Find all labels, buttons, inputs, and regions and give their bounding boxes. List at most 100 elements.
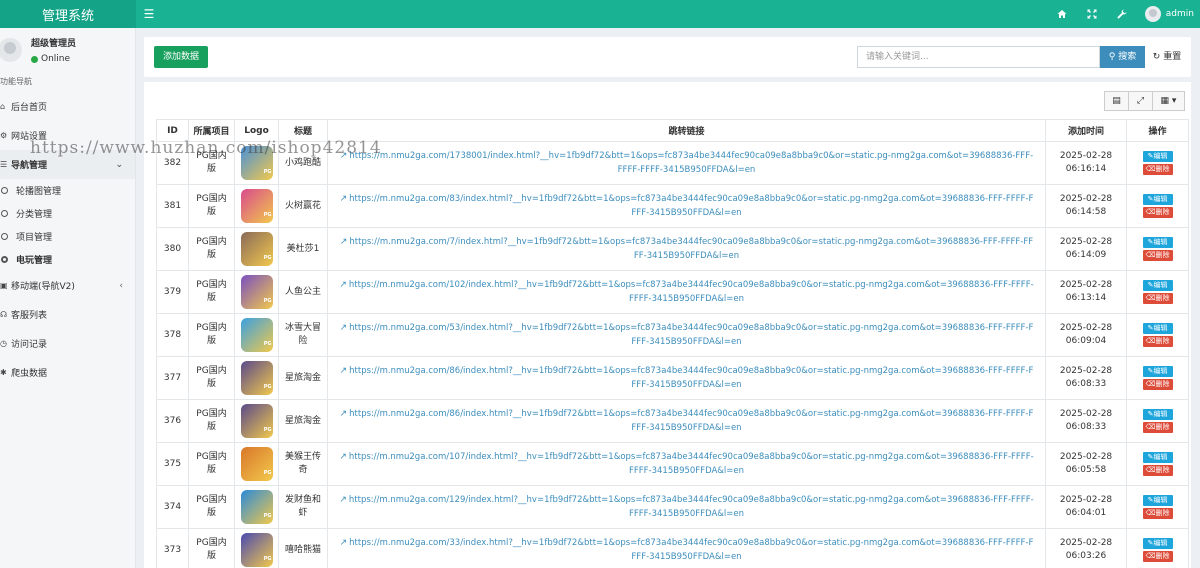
link-text[interactable]: https://m.nmu2ga.com/86/index.html?__hv=… [349,409,1033,433]
sidebar-subitem-category[interactable]: 分类管理 [0,202,135,225]
fullscreen-icon[interactable] [1077,0,1107,28]
mobile-icon: ▣ [0,281,8,290]
row-actions: ✎编辑 ⌫删除 [1126,442,1189,486]
row-link[interactable]: ↗ https://m.nmu2ga.com/102/index.html?__h… [327,270,1046,314]
row-id: 374 [156,485,189,529]
reset-button[interactable]: ↻ 重置 [1147,46,1187,68]
sidebar-item-support[interactable]: ☊ 客服列表 [0,300,135,329]
card-view-icon[interactable]: ▤ [1104,91,1129,111]
edit-button[interactable]: ✎编辑 [1142,280,1173,291]
table-row: 380 PG国内版 PG 美杜莎1 ↗ https://m.nmu2ga.com/7/in… [156,227,1189,271]
row-link[interactable]: ↗ https://m.nmu2ga.com/83/index.html?__hv… [327,184,1046,228]
link-text[interactable]: https://m.nmu2ga.com/107/index.html?__hv… [349,452,1034,476]
fullscreen-icon[interactable]: ⤢ [1128,91,1153,111]
delete-button[interactable]: ⌫删除 [1142,508,1173,519]
edit-button[interactable]: ✎编辑 [1142,495,1173,506]
search-button[interactable]: ⚲ 搜索 [1100,46,1145,68]
edit-button[interactable]: ✎编辑 [1142,452,1173,463]
sidebar-item-mobile[interactable]: ▣ 移动端(导航V2) ‹ [0,271,135,300]
home-icon[interactable] [1047,0,1077,28]
sidebar-item-home[interactable]: ⌂ 后台首页 [0,92,135,121]
edit-button[interactable]: ✎编辑 [1142,366,1173,377]
trash-icon: ⌫ [1145,208,1156,216]
row-project: PG国内版 [188,184,235,228]
row-datetime: 2025-02-28 06:14:58 [1045,184,1127,228]
row-link[interactable]: ↗ https://m.nmu2ga.com/7/index.html?__hv=… [327,227,1046,271]
brand-logo[interactable]: 管理系统 [0,0,136,28]
wrench-icon[interactable] [1107,0,1137,28]
sidebar-item-spider[interactable]: ✱ 爬虫数据 [0,358,135,387]
pg-badge: PG [263,470,272,476]
row-logo: PG [234,356,279,400]
support-icon: ☊ [0,310,8,319]
column-header-id[interactable]: ID [156,119,189,142]
delete-button[interactable]: ⌫删除 [1142,164,1173,175]
delete-button[interactable]: ⌫删除 [1142,250,1173,261]
chevron-down-icon: ⌄ [115,159,123,170]
user-menu[interactable]: admin [1137,0,1200,28]
row-actions: ✎编辑 ⌫删除 [1126,313,1189,357]
game-logo-image: PG [240,146,273,180]
delete-button[interactable]: ⌫删除 [1142,465,1173,476]
row-link[interactable]: ↗ https://m.nmu2ga.com/129/index.html?__h… [327,485,1046,529]
column-header-title[interactable]: 标题 [278,119,328,142]
search-input[interactable] [857,46,1100,68]
delete-button[interactable]: ⌫删除 [1142,207,1173,218]
edit-button[interactable]: ✎编辑 [1142,538,1173,549]
column-header-logo[interactable]: Logo [234,119,279,142]
sidebar-user-name: 超级管理员 [31,39,77,49]
link-text[interactable]: https://m.nmu2ga.com/7/index.html?__hv=1… [349,237,1033,261]
game-logo-image: PG [240,404,273,438]
link-text[interactable]: https://m.nmu2ga.com/86/index.html?__hv=… [349,366,1033,390]
row-title: 火树赢花 [278,184,328,228]
link-text[interactable]: https://m.nmu2ga.com/102/index.html?__hv… [349,280,1034,304]
edit-button[interactable]: ✎编辑 [1142,194,1173,205]
row-link[interactable]: ↗ https://m.nmu2ga.com/1738001/index.html… [327,141,1046,185]
row-project: PG国内版 [188,141,235,185]
table-row: 377 PG国内版 PG 星旅淘金 ↗ https://m.nmu2ga.com/86/i… [156,356,1189,400]
add-data-button[interactable]: 添加数据 [154,46,209,68]
link-text[interactable]: https://m.nmu2ga.com/129/index.html?__hv… [349,495,1034,519]
delete-button[interactable]: ⌫删除 [1142,293,1173,304]
column-header-date[interactable]: 添加时间 [1045,119,1127,142]
edit-button[interactable]: ✎编辑 [1142,237,1173,248]
game-logo-image: PG [240,533,273,567]
link-text[interactable]: https://m.nmu2ga.com/1738001/index.html?… [349,151,1033,175]
sidebar-item-settings[interactable]: ⚙ 网站设置 [0,121,135,150]
delete-button[interactable]: ⌫删除 [1142,551,1173,562]
edit-button[interactable]: ✎编辑 [1142,409,1173,420]
sidebar-subitem-carousel[interactable]: 轮播图管理 [0,179,135,202]
row-datetime: 2025-02-28 06:05:58 [1045,442,1127,486]
edit-button[interactable]: ✎编辑 [1142,323,1173,334]
external-link-icon: ↗ [339,237,348,247]
sidebar-item-nav-manage[interactable]: ☰ 导航管理 ⌄ [0,150,135,179]
row-link[interactable]: ↗ https://m.nmu2ga.com/33/index.html?__hv… [327,528,1046,568]
sidebar-subitem-game[interactable]: 电玩管理 [0,248,135,271]
row-id: 381 [156,184,189,228]
sidebar-subitem-project[interactable]: 项目管理 [0,225,135,248]
row-actions: ✎编辑 ⌫删除 [1126,141,1189,185]
delete-button[interactable]: ⌫删除 [1142,379,1173,390]
delete-button[interactable]: ⌫删除 [1142,422,1173,433]
column-header-link[interactable]: 跳转链接 [327,119,1046,142]
delete-button[interactable]: ⌫删除 [1142,336,1173,347]
link-text[interactable]: https://m.nmu2ga.com/83/index.html?__hv=… [349,194,1033,218]
link-text[interactable]: https://m.nmu2ga.com/53/index.html?__hv=… [349,323,1033,347]
column-header-project[interactable]: 所属项目 [188,119,235,142]
row-link[interactable]: ↗ https://m.nmu2ga.com/86/index.html?__hv… [327,356,1046,400]
row-datetime: 2025-02-28 06:13:14 [1045,270,1127,314]
row-datetime: 2025-02-28 06:03:26 [1045,528,1127,568]
link-text[interactable]: https://m.nmu2ga.com/33/index.html?__hv=… [349,538,1033,562]
row-link[interactable]: ↗ https://m.nmu2ga.com/107/index.html?__h… [327,442,1046,486]
row-link[interactable]: ↗ https://m.nmu2ga.com/86/index.html?__hv… [327,399,1046,443]
row-id: 375 [156,442,189,486]
external-link-icon: ↗ [339,151,348,161]
circle-icon [1,210,8,217]
row-datetime: 2025-02-28 06:14:09 [1045,227,1127,271]
columns-dropdown-icon[interactable]: ▦ ▾ [1152,91,1185,111]
sidebar-toggle-icon[interactable]: ☰ [136,0,162,28]
edit-button[interactable]: ✎编辑 [1142,151,1173,162]
sidebar-item-history[interactable]: ◷ 访问记录 [0,329,135,358]
row-link[interactable]: ↗ https://m.nmu2ga.com/53/index.html?__hv… [327,313,1046,357]
row-title: 冰雪大冒险 [278,313,328,357]
